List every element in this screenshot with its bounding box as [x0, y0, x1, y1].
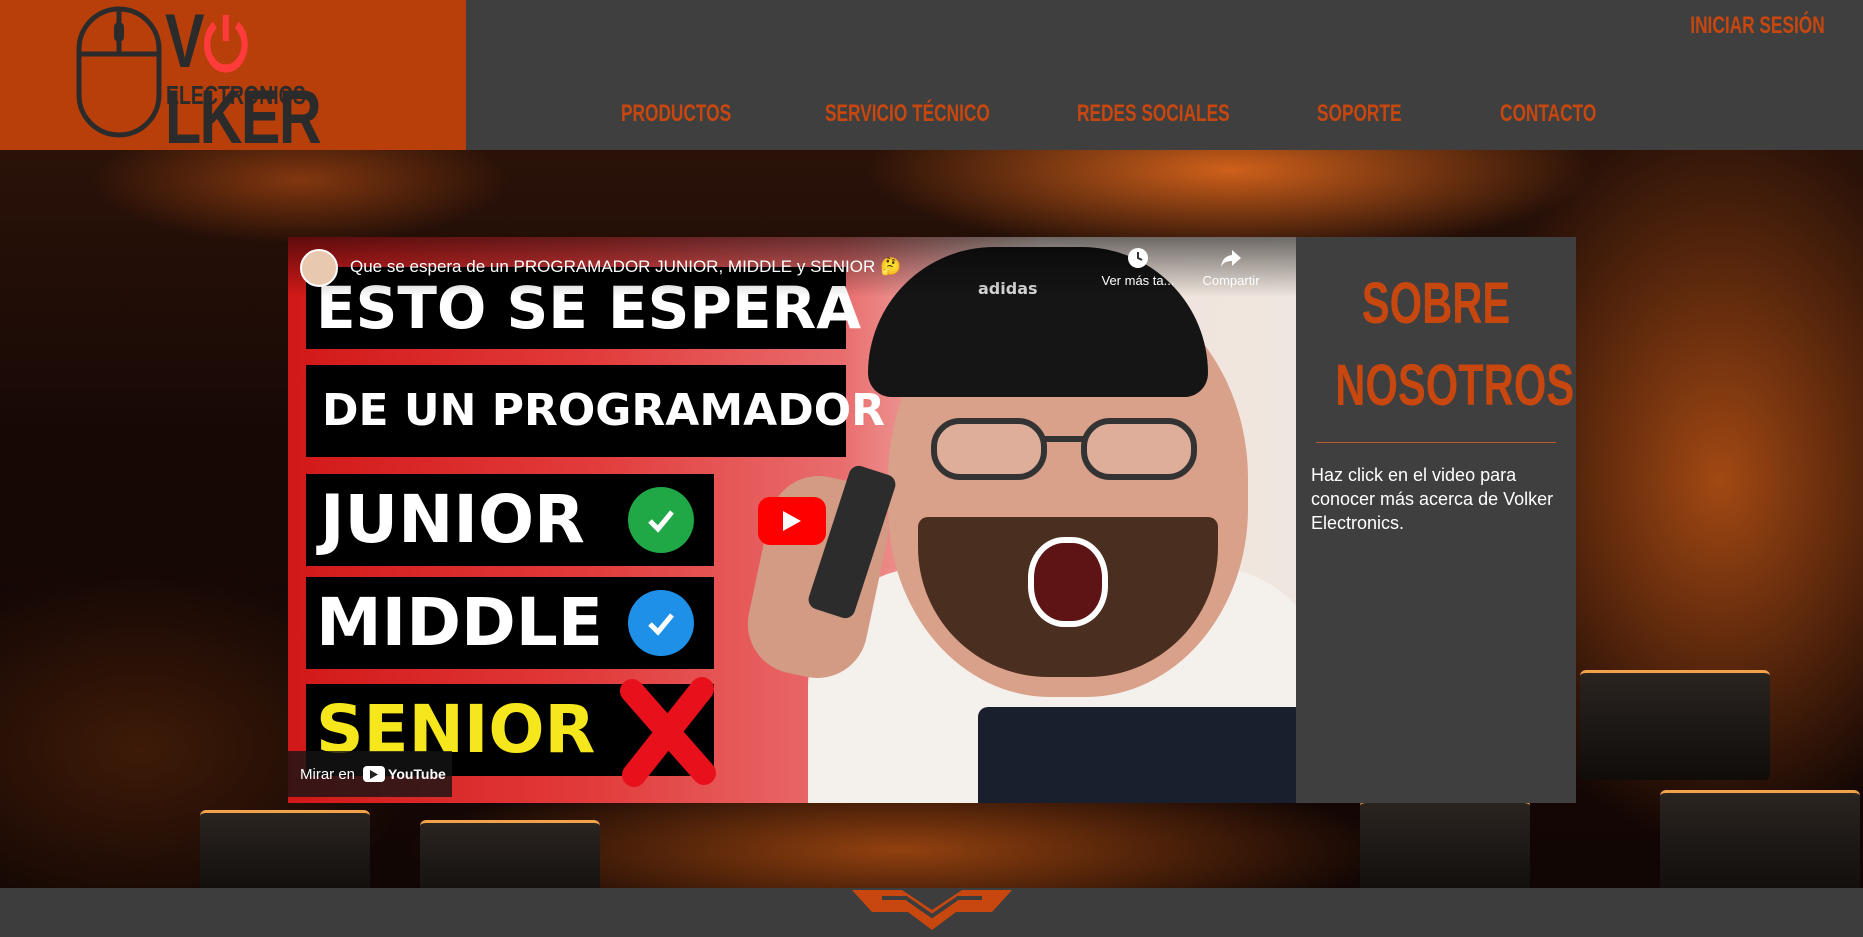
nav-item-redes-sociales[interactable]: REDES SOCIALES: [1077, 100, 1230, 128]
power-icon: [203, 15, 248, 73]
clock-icon: [1128, 248, 1148, 268]
nav-item-soporte[interactable]: SOPORTE: [1317, 100, 1401, 128]
brand-name-prefix: V: [165, 0, 205, 84]
keyboard-key: [1580, 670, 1770, 780]
thumbnail-line-2: DE UN PROGRAMADOR: [306, 365, 885, 457]
nav-item-contacto[interactable]: CONTACTO: [1500, 100, 1596, 128]
keyboard-key: [200, 810, 370, 888]
nav-item-servicio-tecnico[interactable]: SERVICIO TÉCNICO: [825, 100, 990, 128]
senior-cross-icon: [620, 677, 716, 787]
video-title[interactable]: Que se espera de un PROGRAMADOR JUNIOR, …: [350, 257, 901, 277]
share-label: Compartir: [1202, 273, 1260, 288]
site-header: VLKER ELECTRONICS INICIAR SESIÓN PRODUCT…: [0, 0, 1863, 156]
about-title-line-2: NOSOTROS: [1335, 353, 1575, 418]
video-thumbnail-mouth: [1028, 537, 1108, 627]
video-thumbnail-glasses: [931, 418, 1197, 480]
about-title: SOBRE NOSOTROS: [1335, 263, 1575, 427]
about-description: Haz click en el video para conocer más a…: [1311, 465, 1554, 533]
about-title-line-1: SOBRE: [1361, 271, 1511, 336]
junior-check-icon: [628, 487, 694, 553]
watch-later-button[interactable]: Ver más ta...: [1093, 247, 1183, 288]
watch-on-youtube-button[interactable]: Mirar en YouTube: [288, 751, 452, 797]
middle-check-icon: [628, 590, 694, 656]
video-thumbnail-shirt-print: [978, 707, 1296, 803]
login-link[interactable]: INICIAR SESIÓN: [1691, 12, 1825, 40]
youtube-label: YouTube: [388, 766, 446, 782]
about-panel: SOBRE NOSOTROS Haz click en el video par…: [1296, 237, 1576, 803]
youtube-play-icon: [363, 766, 386, 782]
keyboard-key: [1360, 800, 1530, 888]
share-button[interactable]: Compartir: [1186, 247, 1276, 288]
youtube-logo: YouTube: [363, 766, 446, 782]
watch-later-label: Ver más ta...: [1101, 273, 1175, 288]
play-button[interactable]: [758, 497, 826, 545]
youtube-video-embed[interactable]: adidas ESTO SE ESPERA DE UN PROGRAMADOR …: [288, 237, 1296, 803]
share-icon: [1221, 250, 1241, 267]
footer-chevron-emblem[interactable]: [852, 888, 1012, 937]
main-nav: PRODUCTOS SERVICIO TÉCNICO REDES SOCIALE…: [0, 100, 1863, 132]
nav-item-productos[interactable]: PRODUCTOS: [621, 100, 731, 128]
keyboard-key: [420, 820, 600, 888]
keyboard-key: [1660, 790, 1860, 888]
about-divider: [1316, 442, 1556, 443]
channel-avatar[interactable]: [300, 249, 338, 287]
watch-on-label: Mirar en: [300, 765, 356, 783]
play-icon: [783, 511, 801, 531]
